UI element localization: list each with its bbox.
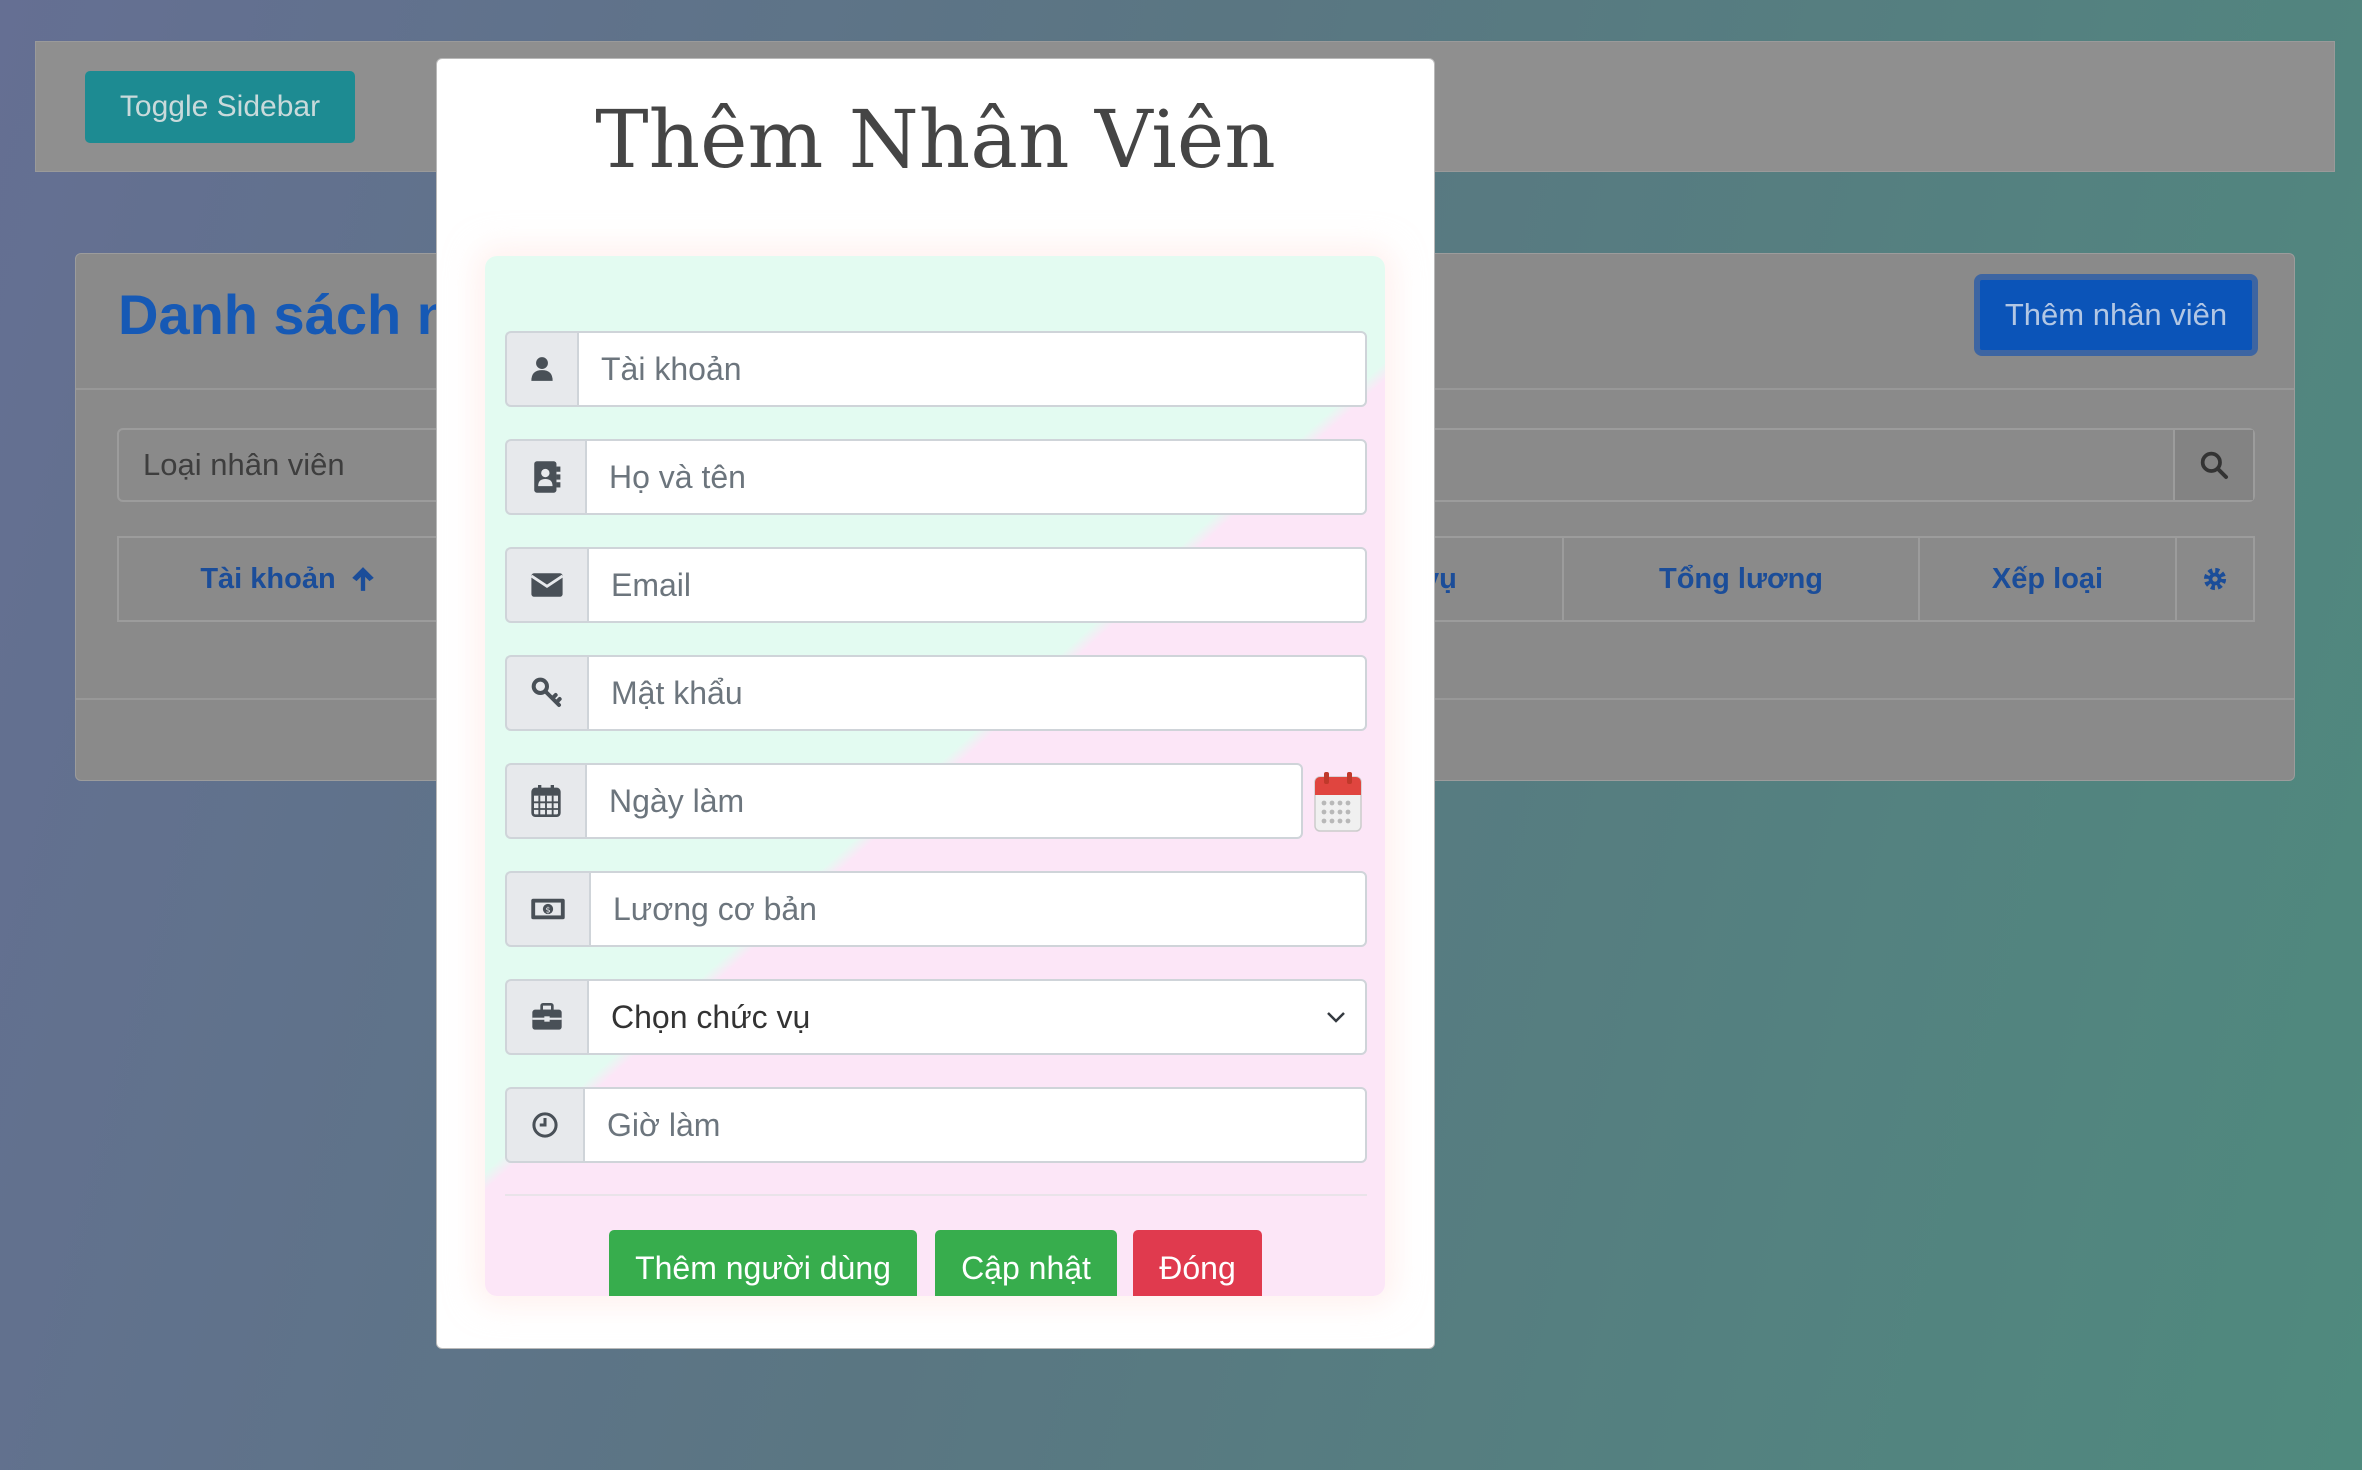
fullname-input[interactable] [585,439,1367,515]
datepicker-calendar-icon[interactable] [1313,771,1363,833]
sort-arrow-up-icon [351,567,374,591]
fullname-input-group [505,439,1367,515]
gear-icon [2203,567,2227,591]
calendar-icon [531,785,561,817]
fullname-addon [505,439,585,515]
email-input-group [505,547,1367,623]
column-header-account[interactable]: Tài khoản [119,538,459,620]
search-button[interactable] [2173,430,2253,500]
add-user-button[interactable]: Thêm người dùng [609,1230,917,1296]
briefcase-icon [532,1003,562,1030]
password-addon [505,655,587,731]
workday-addon [505,763,585,839]
account-input[interactable] [577,331,1367,407]
key-icon [531,677,562,707]
password-input-group [505,655,1367,731]
modal-title: Thêm Nhân Viên [595,93,1276,186]
add-employee-modal: Thêm Nhân Viên Tài khoản Họ và tên Email… [436,58,1435,1349]
workday-input[interactable] [585,763,1303,839]
svg-text:$: $ [545,904,550,914]
column-header-label: Tài khoản [200,562,336,595]
column-settings[interactable] [2177,538,2253,620]
column-header-position[interactable]: vụ [1419,538,1564,620]
toggle-sidebar-button[interactable]: Toggle Sidebar [85,71,355,143]
employee-form: $ Chọn chức vụ Thêm người dùng Cập nhật … [485,256,1385,1296]
user-icon [531,357,553,381]
form-divider [505,1194,1367,1196]
position-addon [505,979,587,1055]
account-addon [505,331,577,407]
salary-input[interactable] [589,871,1367,947]
hours-input-group [505,1087,1367,1163]
column-header-rank[interactable]: Xếp loại [1920,538,2177,620]
hours-input[interactable] [583,1087,1367,1163]
chevron-down-icon [1327,1012,1345,1023]
password-input[interactable] [587,655,1367,731]
email-addon [505,547,587,623]
salary-input-group: $ [505,871,1367,947]
close-button[interactable]: Đóng [1133,1230,1262,1296]
envelope-icon [530,573,564,597]
position-select[interactable]: Chọn chức vụ [587,979,1367,1055]
position-select-value: Chọn chức vụ [611,998,811,1035]
clock-icon [532,1112,558,1138]
hours-addon [505,1087,583,1163]
address-book-icon [534,461,561,493]
update-button[interactable]: Cập nhật [935,1230,1117,1296]
add-employee-button[interactable]: Thêm nhân viên [1974,274,2258,356]
workday-input-group [505,763,1367,839]
salary-addon: $ [505,871,589,947]
search-icon [2200,451,2228,479]
column-header-total-salary[interactable]: Tổng lương [1564,538,1920,620]
email-input[interactable] [587,547,1367,623]
account-input-group [505,331,1367,407]
position-input-group: Chọn chức vụ [505,979,1367,1055]
money-bill-icon: $ [531,898,565,920]
